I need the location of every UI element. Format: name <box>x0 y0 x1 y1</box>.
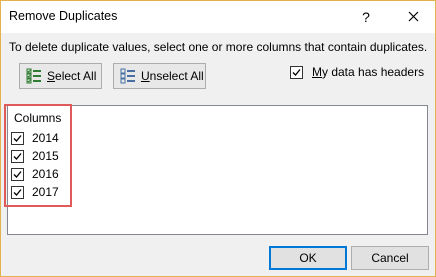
help-button[interactable]: ? <box>353 4 379 30</box>
close-button[interactable] <box>397 4 429 30</box>
columns-header: Columns <box>14 111 62 125</box>
title-bar: Remove Duplicates ? <box>1 1 435 33</box>
column-label: 2015 <box>32 149 59 163</box>
column-label: 2017 <box>32 185 59 199</box>
checkmark-icon <box>13 170 22 178</box>
help-icon: ? <box>362 9 370 25</box>
unselect-all-button[interactable]: Unselect All <box>113 63 206 89</box>
select-all-button[interactable]: Select All <box>19 63 102 89</box>
column-checkbox[interactable] <box>11 149 24 163</box>
unselect-all-icon <box>120 68 135 84</box>
remove-duplicates-dialog: Remove Duplicates ? To delete duplicate … <box>0 0 436 277</box>
checkmark-icon <box>13 188 22 196</box>
cancel-button[interactable]: Cancel <box>351 246 429 270</box>
column-checkbox[interactable] <box>11 167 24 181</box>
my-data-has-headers-checkbox[interactable]: My data has headers <box>290 65 424 79</box>
column-label: 2016 <box>32 167 59 181</box>
column-item-2015[interactable]: 2015 <box>11 149 59 163</box>
column-checkbox[interactable] <box>11 185 24 199</box>
column-label: 2014 <box>32 131 59 145</box>
column-item-2014[interactable]: 2014 <box>11 131 59 145</box>
column-item-2017[interactable]: 2017 <box>11 185 59 199</box>
checkmark-icon <box>13 134 22 142</box>
ok-button[interactable]: OK <box>269 246 347 270</box>
select-all-icon <box>26 68 41 84</box>
instruction-text: To delete duplicate values, select one o… <box>9 40 428 54</box>
checkmark-icon <box>13 152 22 160</box>
unselect-all-label: Unselect All <box>141 69 204 83</box>
headers-checkbox-box[interactable] <box>290 65 303 79</box>
column-checkbox[interactable] <box>11 131 24 145</box>
close-icon <box>408 11 418 22</box>
checkmark-icon <box>292 68 301 76</box>
select-all-label: Select All <box>47 69 97 83</box>
headers-checkbox-label: My data has headers <box>312 65 425 79</box>
dialog-title: Remove Duplicates <box>9 9 118 23</box>
column-item-2016[interactable]: 2016 <box>11 167 59 181</box>
